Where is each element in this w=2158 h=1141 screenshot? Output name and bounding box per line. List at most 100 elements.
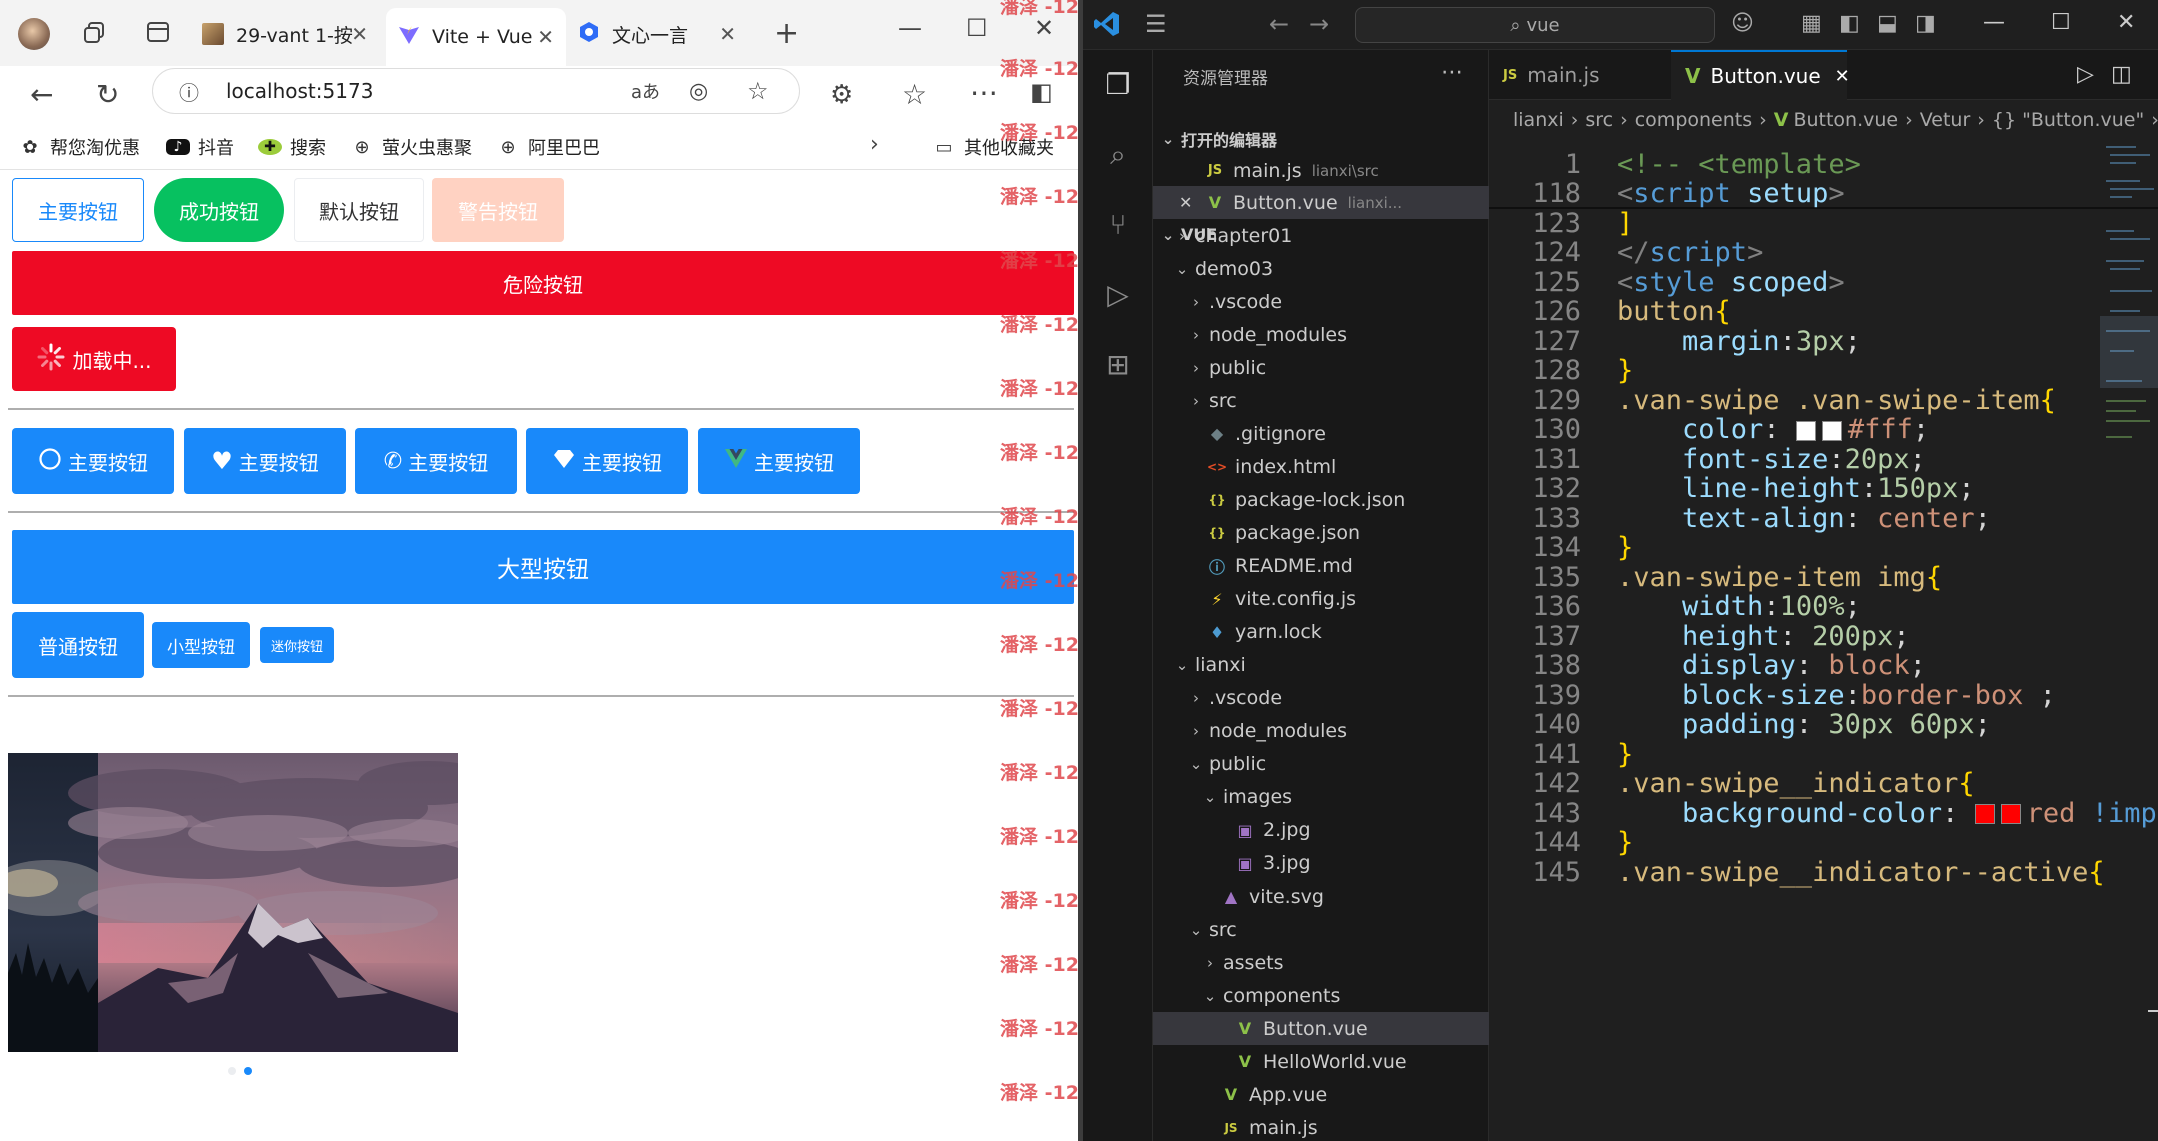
tree-file[interactable]: ▣ 3.jpg [1153,847,1489,880]
explorer-icon[interactable]: ❐ [1101,68,1135,102]
nav-forward-icon[interactable]: → [1309,10,1329,38]
tree-folder[interactable]: ⌄ images [1153,781,1489,814]
breadcrumb-item[interactable]: lianxi [1513,109,1564,131]
tree-folder[interactable]: ⌄ demo03 [1153,252,1489,285]
tree-file[interactable]: ⚡ vite.config.js [1153,583,1489,616]
tab-vite-vue[interactable]: Vite + Vue ✕ [386,8,566,66]
small-size-button[interactable]: 小型按钮 [152,622,250,668]
icon-circle-button[interactable]: 主要按钮 [12,428,174,494]
tree-folder[interactable]: › chapter01 [1153,219,1489,252]
icon-diamond-button[interactable]: 主要按钮 [526,428,688,494]
new-tab-icon[interactable]: + [774,16,799,51]
tree-folder[interactable]: › src [1153,384,1489,417]
edge-copilot-icon[interactable]: ◎ [689,79,708,104]
tree-file[interactable]: ♦ yarn.lock [1153,616,1489,649]
breadcrumb-item[interactable]: {} "Button.vue" [1992,109,2144,131]
tree-file[interactable]: {} package.json [1153,516,1489,549]
nav-back-icon[interactable]: ← [1269,10,1289,38]
command-center-search[interactable]: ⌕ vue [1355,7,1715,43]
breadcrumb-item[interactable]: components [1635,109,1752,131]
icon-heart-button[interactable]: ♥ 主要按钮 [184,428,346,494]
minimize-icon[interactable]: — [1983,10,2005,35]
bookmark-item[interactable]: ♪ 抖音 [166,134,234,160]
tab-close-icon[interactable]: ✕ [351,22,368,46]
code-editor[interactable]: 1 <!-- <template> 118 <script setup> 123] 124… [1489,140,2158,1141]
site-info-icon[interactable]: ⓘ [179,77,199,106]
tree-folder[interactable]: › node_modules [1153,715,1489,748]
run-debug-icon[interactable]: ▷ [1101,278,1135,312]
minimize-icon[interactable]: — [898,14,922,42]
color-swatch[interactable] [1821,420,1842,441]
swipe-carousel[interactable] [8,753,458,1052]
icon-vue-button[interactable]: 主要按钮 [698,428,860,494]
tree-file[interactable]: ▲ vite.svg [1153,880,1489,913]
tree-folder[interactable]: › node_modules [1153,318,1489,351]
bookmark-item[interactable]: ⊕ 阿里巴巴 [496,134,600,160]
workspaces-icon[interactable] [82,20,108,52]
tree-folder[interactable]: ⌄ public [1153,748,1489,781]
star-icon[interactable]: ☆ [747,77,769,105]
danger-block-button[interactable]: 危险按钮 [12,251,1074,315]
maximize-icon[interactable]: ☐ [2051,10,2071,35]
tree-folder[interactable]: › .vscode [1153,682,1489,715]
extensions-view-icon[interactable]: ⊞ [1101,348,1135,382]
refresh-icon[interactable]: ↻ [96,78,119,111]
back-arrow-icon[interactable]: ← [30,78,53,111]
large-block-button[interactable]: 大型按钮 [12,530,1074,604]
toggle-secondary-sidebar-icon[interactable]: ◨ [1915,11,1936,36]
breadcrumb-item[interactable]: Button.vue [1793,109,1898,131]
toggle-primary-sidebar-icon[interactable]: ◧ [1839,11,1860,36]
address-bar[interactable]: ⓘ localhost:5173 aあ ◎ ☆ [152,68,800,114]
tree-folder[interactable]: ⌄ components [1153,979,1489,1012]
hamburger-menu-icon[interactable]: ☰ [1145,10,1167,38]
run-icon[interactable]: ▷ [2077,62,2094,87]
chevron-right-icon[interactable]: › [870,132,879,157]
toggle-panel-icon[interactable]: ⬓ [1877,11,1898,36]
tree-file[interactable]: V App.vue [1153,1078,1489,1111]
breadcrumb-item[interactable]: src [1585,109,1613,131]
tree-folder[interactable]: › assets [1153,946,1489,979]
breadcrumb-item[interactable]: Vetur [1920,109,1971,131]
profile-avatar[interactable] [18,18,50,50]
favorites-icon[interactable]: ☆ [902,78,927,111]
tree-folder[interactable]: › .vscode [1153,285,1489,318]
customize-layout-icon[interactable]: ▦ [1801,11,1822,36]
editor-tab-button-vue[interactable]: V Button.vue ✕ [1671,50,1850,100]
bookmark-item[interactable]: ⊕ 萤火虫惠聚 [350,134,472,160]
read-aloud-button[interactable]: aあ [631,78,660,104]
vertical-tabs-icon[interactable] [146,20,170,50]
extensions-icon[interactable]: ⚙ [830,80,853,110]
bookmark-item[interactable]: ✿ 帮您淘优惠 [18,134,140,160]
tree-file[interactable]: ▣ 2.jpg [1153,814,1489,847]
color-swatch[interactable] [1795,420,1816,441]
color-swatch[interactable] [2000,804,2021,824]
close-tab-icon[interactable]: ✕ [1835,66,1850,87]
tree-file[interactable]: ◆ .gitignore [1153,417,1489,450]
tree-file[interactable]: {} package-lock.json [1153,483,1489,516]
tree-file[interactable]: JS main.js [1153,1111,1489,1141]
maximize-icon[interactable]: ☐ [966,14,988,42]
tab-wenxin[interactable]: 文心一言 ✕ [578,12,748,56]
primary-plain-button[interactable]: 主要按钮 [12,178,144,242]
minimap[interactable] [2100,140,2158,500]
success-round-button[interactable]: 成功按钮 [154,178,284,242]
tree-file[interactable]: <> index.html [1153,450,1489,483]
swipe-indicator-dot-active[interactable] [244,1067,252,1075]
tab-vant-doc[interactable]: 29-vant 1-按 ✕ [202,12,380,56]
icon-phone-button[interactable]: ✆ 主要按钮 [355,428,517,494]
tree-file[interactable]: V Button.vue [1153,1012,1489,1046]
mini-size-button[interactable]: 迷你按钮 [260,627,334,663]
editor-tab-main-js[interactable]: JS main.js [1503,50,1673,100]
code-line[interactable]: 145 .van-swipe__indicator--active{ [1489,852,2158,892]
color-swatch[interactable] [1974,804,1995,824]
source-control-icon[interactable]: ⑂ [1101,208,1135,242]
tab-close-icon[interactable]: ✕ [719,22,736,46]
search-view-icon[interactable]: ⌕ [1101,138,1135,172]
tree-folder[interactable]: ⌄ src [1153,913,1489,946]
more-menu-icon[interactable]: ⋯ [970,76,998,109]
copilot-icon[interactable]: ☺ [1731,11,1754,36]
split-editor-icon[interactable]: ◫ [2111,62,2132,87]
sidebar-toggle-icon[interactable]: ◧ [1030,78,1053,106]
tree-file[interactable]: V HelloWorld.vue [1153,1045,1489,1078]
default-button[interactable]: 默认按钮 [294,178,424,242]
